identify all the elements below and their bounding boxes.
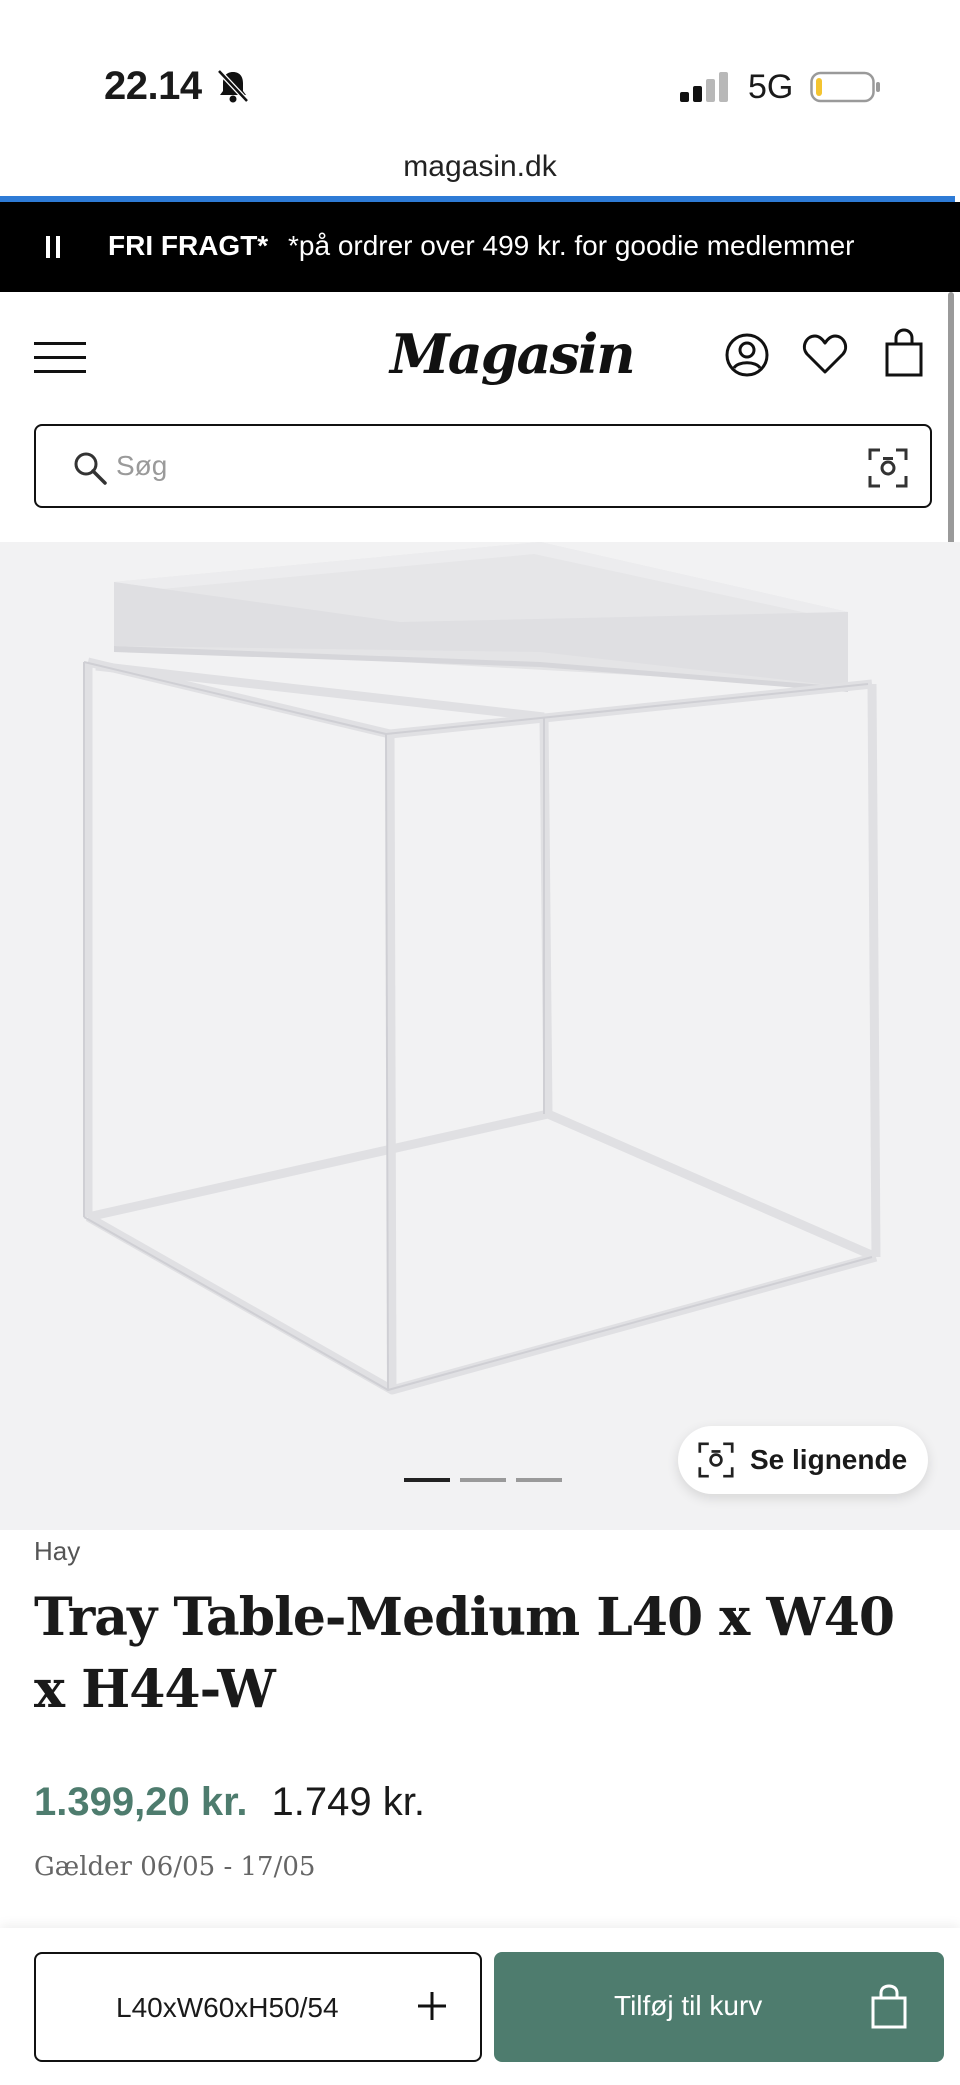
visual-search-icon bbox=[698, 1442, 734, 1478]
site-logo[interactable]: Magasin bbox=[390, 322, 636, 386]
size-selector-label: L40xW60xH50/54 bbox=[116, 1992, 339, 2023]
gallery-pagination[interactable] bbox=[404, 1478, 562, 1482]
url-label[interactable]: magasin.dk bbox=[0, 150, 960, 184]
gallery-dot[interactable] bbox=[404, 1478, 450, 1482]
product-title: Tray Table-Medium L40 x W40 x H44-W bbox=[34, 1587, 895, 1720]
menu-icon[interactable] bbox=[34, 338, 86, 378]
signal-icon bbox=[680, 72, 728, 102]
regular-price: 1.749 kr. bbox=[271, 1780, 425, 1824]
product-brand[interactable]: Hay bbox=[34, 1536, 80, 1567]
product-image-gallery[interactable]: Se lignende bbox=[0, 542, 960, 1530]
price-row: 1.399,20 kr. 1.749 kr. bbox=[34, 1780, 425, 1825]
pause-icon[interactable] bbox=[46, 236, 60, 258]
gallery-dot[interactable] bbox=[460, 1478, 506, 1482]
search-icon bbox=[74, 452, 107, 485]
bell-muted-icon bbox=[217, 69, 249, 103]
bottom-action-bar: L40xW60xH50/54 Tilføj til kurv bbox=[0, 1928, 960, 2085]
add-to-cart-label: Tilføj til kurv bbox=[614, 1990, 763, 2021]
status-bar: 22.14 5G magasin.dk bbox=[0, 0, 960, 202]
promo-title: FRI FRAGT* bbox=[108, 230, 269, 261]
product-image-tray-table bbox=[83, 542, 881, 1395]
promo-banner[interactable]: FRI FRAGT* *på ordrer over 499 kr. for g… bbox=[0, 202, 960, 292]
status-time: 22.14 bbox=[104, 64, 202, 108]
gallery-dot[interactable] bbox=[516, 1478, 562, 1482]
shopping-bag-icon bbox=[871, 1984, 907, 2029]
search-input[interactable] bbox=[116, 444, 796, 488]
battery-icon bbox=[810, 71, 880, 103]
add-to-cart-button[interactable]: Tilføj til kurv bbox=[494, 1952, 944, 2062]
site-header: Magasin bbox=[0, 292, 960, 542]
see-similar-label: Se lignende bbox=[750, 1444, 908, 1475]
sale-price: 1.399,20 kr. bbox=[34, 1780, 248, 1824]
search-bar[interactable] bbox=[34, 424, 932, 508]
promo-text: *på ordrer over 499 kr. for goodie medle… bbox=[288, 230, 855, 261]
visual-search-icon[interactable] bbox=[868, 448, 908, 488]
see-similar-button[interactable]: Se lignende bbox=[678, 1426, 928, 1494]
wishlist-heart-icon[interactable] bbox=[802, 332, 848, 376]
network-label: 5G bbox=[748, 68, 794, 106]
page-scrollbar[interactable] bbox=[948, 292, 954, 546]
offer-validity: Gælder 06/05 - 17/05 bbox=[34, 1852, 316, 1882]
plus-icon bbox=[418, 1992, 446, 2020]
account-icon[interactable] bbox=[724, 332, 770, 378]
shopping-bag-icon[interactable] bbox=[884, 328, 924, 378]
size-selector[interactable]: L40xW60xH50/54 bbox=[34, 1952, 482, 2062]
